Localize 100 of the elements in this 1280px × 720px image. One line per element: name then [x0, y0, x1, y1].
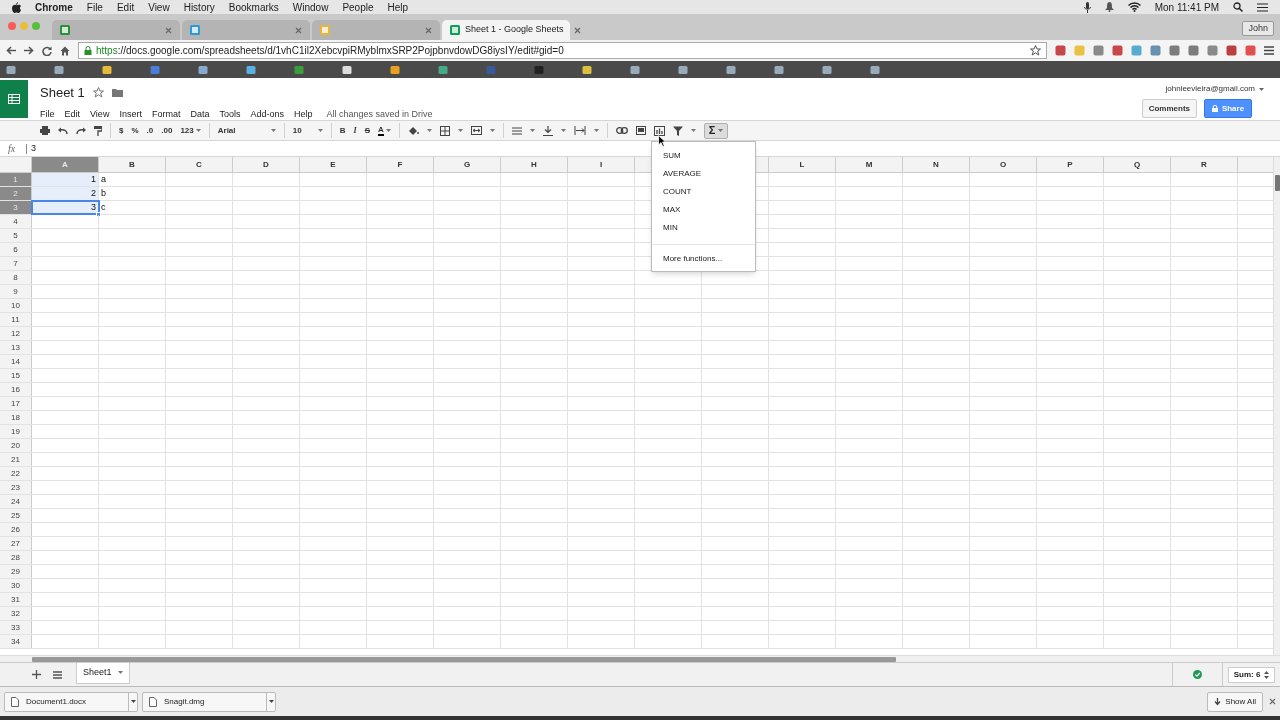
- filter-icon[interactable]: [672, 125, 683, 136]
- bookmark-icon[interactable]: [678, 64, 688, 75]
- bell-icon[interactable]: [1104, 2, 1114, 12]
- paint-bucket-icon[interactable]: [407, 125, 419, 136]
- row-header[interactable]: 16: [0, 383, 32, 396]
- comment-icon[interactable]: [635, 126, 646, 135]
- font-dropdown[interactable]: Arial: [217, 124, 276, 137]
- account-email[interactable]: johnleevieira@gmail.com: [1165, 83, 1255, 95]
- close-icon[interactable]: [165, 26, 172, 34]
- list-icon[interactable]: [1257, 2, 1268, 12]
- bookmark-icon[interactable]: [246, 64, 256, 75]
- bookmark-icon[interactable]: [774, 64, 784, 75]
- row-header[interactable]: 15: [0, 369, 32, 382]
- forward-icon[interactable]: [24, 46, 34, 55]
- home-icon[interactable]: [60, 45, 70, 56]
- link-icon[interactable]: [615, 127, 628, 134]
- back-icon[interactable]: [6, 46, 16, 55]
- undo-icon[interactable]: [58, 126, 68, 135]
- sheets-logo[interactable]: [0, 80, 28, 118]
- row-header[interactable]: 13: [0, 341, 32, 354]
- browser-tab[interactable]: [52, 20, 180, 40]
- menu-item[interactable]: Tools: [219, 107, 241, 121]
- column-header[interactable]: H: [501, 157, 568, 172]
- address-bar[interactable]: https://docs.google.com/spreadsheets/d/1vhC1il2XebcvpiRMyblmxSRP2PojpbnvdowDG8iysIY/edit#gid=0: [78, 42, 1047, 59]
- bookmark-icon[interactable]: [582, 64, 592, 75]
- text-color-button[interactable]: A: [378, 125, 391, 136]
- row-header[interactable]: 9: [0, 285, 32, 298]
- column-header[interactable]: O: [970, 157, 1037, 172]
- row-header[interactable]: 14: [0, 355, 32, 368]
- table-cell[interactable]: a: [99, 173, 166, 186]
- column-header[interactable]: L: [769, 157, 836, 172]
- row-header[interactable]: 4: [0, 215, 32, 228]
- vertical-align-icon[interactable]: [542, 125, 553, 136]
- column-header[interactable]: G: [434, 157, 501, 172]
- column-header[interactable]: Q: [1104, 157, 1171, 172]
- merge-cells-icon[interactable]: [470, 126, 482, 135]
- menu-item[interactable]: History: [183, 0, 215, 15]
- extension-icon[interactable]: [1131, 45, 1142, 56]
- menu-item[interactable]: View: [148, 0, 170, 15]
- bookmark-icon[interactable]: [726, 64, 736, 75]
- currency-button[interactable]: $: [119, 124, 124, 137]
- row-header[interactable]: 10: [0, 299, 32, 312]
- folder-icon[interactable]: [111, 88, 123, 98]
- wifi-icon[interactable]: [1127, 2, 1141, 12]
- row-header[interactable]: 28: [0, 551, 32, 564]
- text-wrap-icon[interactable]: [573, 126, 586, 135]
- percent-button[interactable]: %: [131, 124, 139, 137]
- row-header[interactable]: 12: [0, 327, 32, 340]
- row-header[interactable]: 6: [0, 243, 32, 256]
- extension-icon[interactable]: [1169, 45, 1180, 56]
- column-header[interactable]: C: [166, 157, 233, 172]
- menu-item[interactable]: Add-ons: [250, 107, 284, 121]
- bookmark-icon[interactable]: [198, 64, 208, 75]
- row-header[interactable]: 30: [0, 579, 32, 592]
- extension-icon[interactable]: [1093, 45, 1104, 56]
- extension-icon[interactable]: [1188, 45, 1199, 56]
- add-sheet-icon[interactable]: [32, 670, 41, 679]
- redo-icon[interactable]: [76, 126, 86, 135]
- extension-icon[interactable]: [1226, 45, 1237, 56]
- bookmark-icon[interactable]: [438, 64, 448, 75]
- close-icon[interactable]: [573, 26, 581, 34]
- fill-handle[interactable]: [96, 212, 101, 217]
- row-header[interactable]: 7: [0, 257, 32, 270]
- column-header[interactable]: P: [1037, 157, 1104, 172]
- menu-item[interactable]: Insert: [119, 107, 142, 121]
- sheet-list-icon[interactable]: [53, 670, 62, 679]
- comments-button[interactable]: Comments: [1141, 99, 1197, 118]
- reload-icon[interactable]: [42, 45, 52, 56]
- menu-item[interactable]: COUNT: [652, 183, 755, 201]
- menu-item[interactable]: Format: [151, 107, 181, 121]
- bookmark-icon[interactable]: [342, 64, 352, 75]
- close-icon[interactable]: [1269, 698, 1276, 705]
- row-header[interactable]: 23: [0, 481, 32, 494]
- apple-icon[interactable]: [12, 1, 21, 13]
- sum-dropdown[interactable]: Sum: 6: [1227, 666, 1276, 683]
- column-header[interactable]: M: [836, 157, 903, 172]
- increase-decimals-button[interactable]: .00: [161, 124, 173, 137]
- menu-item[interactable]: Help: [294, 107, 313, 121]
- row-header[interactable]: 24: [0, 495, 32, 508]
- row-header[interactable]: 19: [0, 425, 32, 438]
- table-cell[interactable]: c: [99, 201, 166, 214]
- show-all-button[interactable]: Show All: [1207, 691, 1263, 712]
- formula-input[interactable]: 3: [31, 141, 36, 156]
- menu-item[interactable]: More functions...: [652, 252, 755, 266]
- borders-icon[interactable]: [439, 125, 450, 136]
- column-header[interactable]: E: [300, 157, 367, 172]
- menu-item[interactable]: People: [342, 0, 374, 15]
- row-header[interactable]: 22: [0, 467, 32, 480]
- bookmark-icon[interactable]: [822, 64, 832, 75]
- search-icon[interactable]: [1233, 2, 1243, 12]
- menu-item[interactable]: SUM: [652, 147, 755, 165]
- strikethrough-button[interactable]: S: [364, 124, 370, 137]
- menu-item[interactable]: Bookmarks: [228, 0, 279, 15]
- column-header[interactable]: B: [99, 157, 166, 172]
- menu-item[interactable]: Window: [292, 0, 329, 15]
- table-cell[interactable]: 3: [32, 201, 99, 214]
- star-icon[interactable]: [1030, 45, 1041, 56]
- menu-item[interactable]: MAX: [652, 201, 755, 219]
- print-icon[interactable]: [40, 126, 50, 135]
- row-header[interactable]: 21: [0, 453, 32, 466]
